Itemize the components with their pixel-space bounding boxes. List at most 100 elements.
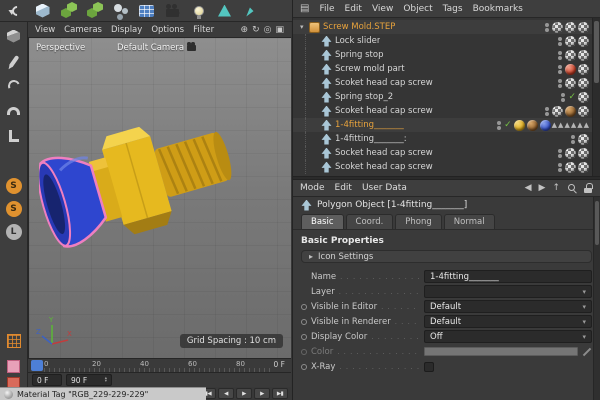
object-manager-menu-edit[interactable]: Edit: [345, 4, 362, 14]
scrollbar-thumb[interactable]: [595, 201, 599, 245]
tab-phong[interactable]: Phong: [395, 214, 442, 229]
orbit-view-icon[interactable]: ↻: [252, 25, 260, 35]
visibility-dots-icon[interactable]: [558, 162, 563, 173]
prev-frame-button[interactable]: ◀: [218, 388, 234, 399]
object-manager-menu-tags[interactable]: Tags: [443, 4, 463, 14]
axis-grid-icon[interactable]: [5, 332, 23, 350]
material-tag-checker[interactable]: [578, 91, 589, 103]
polygon-object-icon[interactable]: [321, 63, 332, 75]
object-row-spring-stop[interactable]: Spring stop: [293, 48, 600, 62]
viewport-menu-display[interactable]: Display: [111, 25, 142, 35]
step-file-icon[interactable]: [309, 21, 320, 33]
name-input[interactable]: 1-4fitting_______: [424, 270, 592, 283]
up-icon[interactable]: ↑: [552, 183, 560, 193]
object-manager-menu-object[interactable]: Object: [403, 4, 432, 14]
keyframe-dot[interactable]: [301, 363, 307, 370]
polygon-selection-tag-icon[interactable]: ▲: [552, 121, 557, 129]
visibility-dots-icon[interactable]: [561, 92, 566, 103]
polygon-selection-tag-icon[interactable]: ▲: [564, 121, 569, 129]
tab-coord[interactable]: Coord.: [345, 214, 394, 229]
expander-icon[interactable]: ▾: [300, 23, 309, 31]
viewport-menu-options[interactable]: Options: [151, 25, 184, 35]
polygon-selection-tag-icon[interactable]: ▲: [571, 121, 576, 129]
material-tag-checker[interactable]: [578, 161, 589, 173]
arch-tool-icon[interactable]: [5, 102, 23, 120]
polygon-selection-tag-icon[interactable]: ▲: [577, 121, 582, 129]
polygon-object-icon[interactable]: [321, 91, 332, 103]
zoom-view-icon[interactable]: ◎: [264, 25, 272, 35]
spheres-icon[interactable]: [111, 1, 130, 20]
object-manager-menu-view[interactable]: View: [372, 4, 393, 14]
polygon-object-icon[interactable]: [321, 133, 332, 145]
cube-icon[interactable]: [33, 1, 52, 20]
goto-end-button[interactable]: ▶▮: [272, 388, 288, 399]
polygon-object-icon[interactable]: [321, 147, 332, 159]
visibility-dots-icon[interactable]: [497, 120, 502, 131]
search-icon[interactable]: [567, 183, 577, 193]
bracket-tool-icon[interactable]: [5, 127, 23, 145]
pen-tool-icon[interactable]: [5, 52, 23, 70]
polygon-object-icon[interactable]: [321, 105, 332, 117]
3d-object-pipe-fitting[interactable]: [39, 102, 263, 278]
material-tag-checker[interactable]: [578, 147, 589, 159]
material-tag-checker[interactable]: [578, 21, 589, 33]
camera-label[interactable]: Default Camera: [117, 42, 197, 53]
polygon-object-icon[interactable]: [321, 161, 332, 173]
table-icon[interactable]: [137, 1, 156, 20]
menu-burger-icon[interactable]: ▤: [300, 3, 309, 14]
visibility-dots-icon[interactable]: [558, 36, 563, 47]
polygon-object-icon[interactable]: [321, 119, 332, 131]
display-color-dropdown[interactable]: Off ▾: [424, 330, 592, 343]
viewport-3d-view[interactable]: Perspective Default Camera Y X Z Grid Sp…: [28, 38, 291, 358]
icon-settings-group[interactable]: ▸ Icon Settings: [301, 250, 592, 263]
object-row-scoket-head-cap-screw[interactable]: Scoket head cap screw: [293, 76, 600, 90]
start-frame-input[interactable]: 0 F: [32, 374, 62, 386]
object-manager-menu-bookmarks[interactable]: Bookmarks: [473, 4, 523, 14]
s-badge-icon-2[interactable]: S: [5, 201, 22, 217]
material-tag-red[interactable]: [565, 63, 576, 75]
perspective-label[interactable]: Perspective: [36, 43, 85, 53]
object-manager-menu-file[interactable]: File: [319, 4, 334, 14]
keyframe-dot[interactable]: [301, 303, 307, 310]
object-row-scoket-head-cap-screw[interactable]: Scoket head cap screw: [293, 160, 600, 174]
object-row-screw-mold-step[interactable]: ▾ Screw Mold.STEP: [293, 20, 600, 34]
material-tag-checker[interactable]: [578, 133, 589, 145]
material-tag-checker[interactable]: [578, 49, 589, 61]
forward-icon[interactable]: ▶: [539, 183, 546, 193]
polygon-object-icon[interactable]: [321, 35, 332, 47]
next-frame-button[interactable]: ▶: [254, 388, 270, 399]
current-frame-marker[interactable]: [31, 360, 43, 371]
object-row-1-4fitting[interactable]: 1-4fitting_______ ✓ ▲ ▲ ▲ ▲ ▲ ▲: [293, 118, 600, 132]
visible-renderer-dropdown[interactable]: Default ▾: [424, 315, 592, 328]
instances-icon[interactable]: [85, 1, 104, 20]
object-list-scrollbar[interactable]: [592, 18, 600, 176]
undo-icon[interactable]: [7, 1, 26, 20]
scrollbar-thumb[interactable]: [594, 21, 599, 83]
visible-editor-dropdown[interactable]: Default ▾: [424, 300, 592, 313]
object-row-1-4fitting[interactable]: 1-4fitting_______:: [293, 132, 600, 146]
material-tag-checker[interactable]: [565, 21, 576, 33]
l-badge-icon[interactable]: L: [5, 224, 22, 240]
keyframe-dot[interactable]: [301, 333, 307, 340]
object-row-scoket-head-cap-screw[interactable]: Scoket head cap screw: [293, 104, 600, 118]
camera-icon[interactable]: [163, 1, 182, 20]
back-icon[interactable]: ◀: [525, 183, 532, 193]
timeline-ruler[interactable]: 0 20 40 60 80 0 F: [28, 358, 291, 372]
material-tag-checker[interactable]: [578, 77, 589, 89]
pan-view-icon[interactable]: ⊕: [241, 25, 249, 35]
attributes-menu-edit[interactable]: Edit: [335, 183, 352, 193]
cubes-stack-icon[interactable]: [59, 1, 78, 20]
visibility-dots-icon[interactable]: [545, 106, 550, 117]
stepper-icon[interactable]: [105, 377, 107, 384]
s-badge-icon[interactable]: S: [5, 178, 22, 194]
attributes-menu-user-data[interactable]: User Data: [362, 183, 407, 193]
material-tag-checker[interactable]: [565, 77, 576, 89]
end-frame-input[interactable]: 90 F: [66, 374, 112, 386]
material-tag-checker[interactable]: [565, 49, 576, 61]
object-row-socket-head-cap-screw[interactable]: Socket head cap screw: [293, 146, 600, 160]
tab-normal[interactable]: Normal: [443, 214, 495, 229]
material-tag-blue[interactable]: [539, 119, 551, 131]
material-tag-checker[interactable]: [552, 105, 563, 117]
material-tag-gold[interactable]: [513, 119, 525, 131]
maximize-view-icon[interactable]: ▣: [275, 25, 284, 35]
